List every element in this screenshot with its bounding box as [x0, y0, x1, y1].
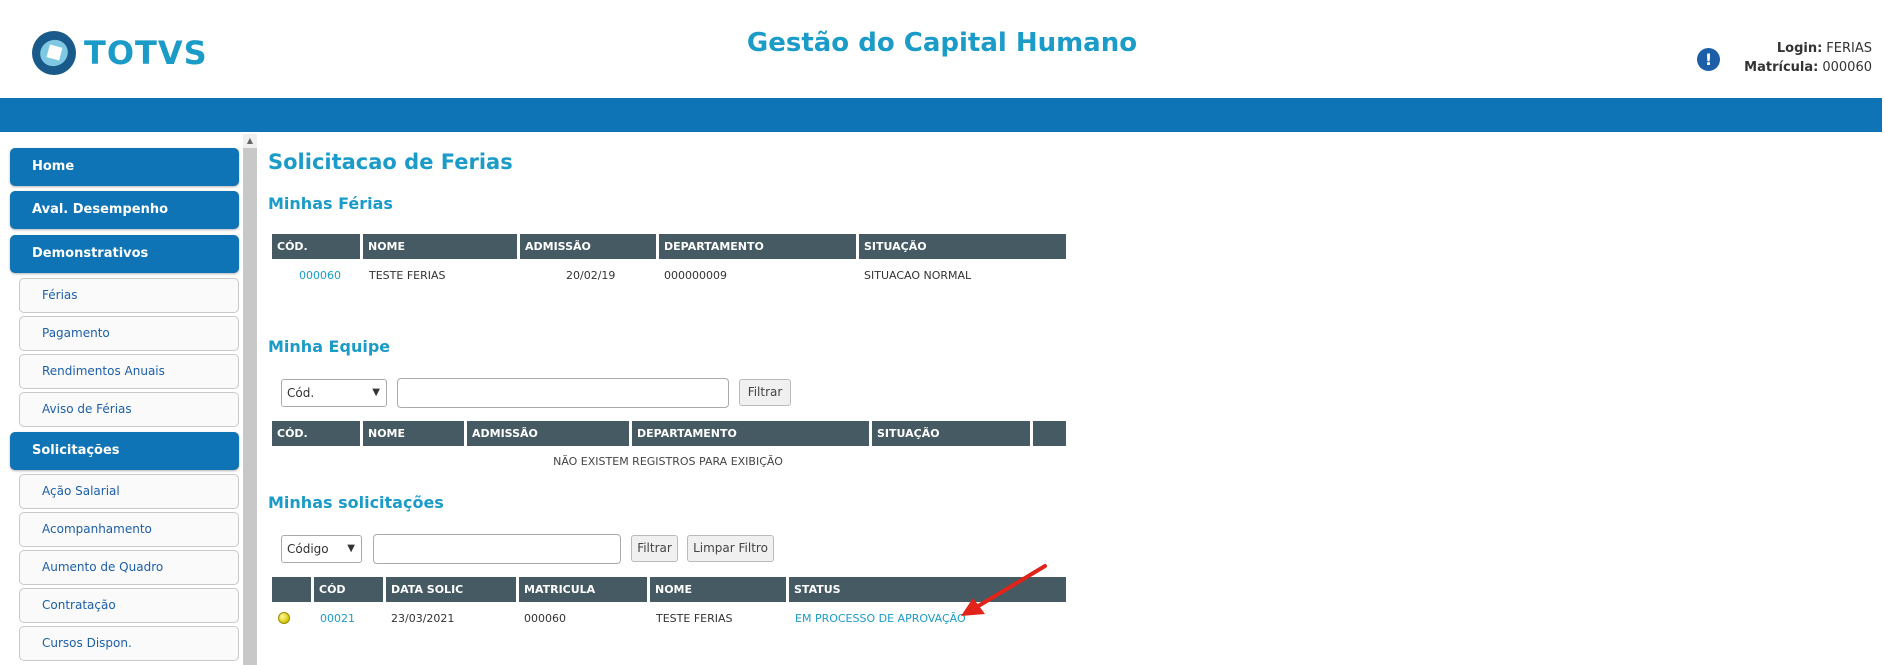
top-nav-bar: [0, 98, 1882, 132]
user-info: Login: FERIAS Matrícula: 000060: [1744, 39, 1872, 77]
column-header: MATRICULA: [519, 577, 650, 602]
sidebar-item-aviso-de-ferias[interactable]: Aviso de Férias: [19, 392, 239, 427]
sidebar-item-cursos-dispon[interactable]: Cursos Dispon.: [19, 626, 239, 661]
sidebar-item-demonstrativos[interactable]: Demonstrativos: [10, 235, 239, 273]
sidebar-scrollbar[interactable]: [243, 134, 257, 665]
column-header: NOME: [363, 234, 520, 259]
equipe-filter-select[interactable]: Cód. ▼: [281, 379, 387, 407]
ferias-nome: TESTE FERIAS: [369, 269, 446, 282]
empty-message: NÃO EXISTEM REGISTROS PARA EXIBIÇÃO: [553, 455, 783, 468]
equipe-filter-button[interactable]: Filtrar: [739, 379, 791, 406]
sidebar-item-pagamento[interactable]: Pagamento: [19, 316, 239, 351]
red-arrow-icon: [961, 564, 1047, 616]
app-root: TOTVS Gestão do Capital Humano ! Login: F…: [0, 0, 1884, 665]
sidebar-item-contratacao[interactable]: Contratação: [19, 588, 239, 623]
solicitacao-data: 23/03/2021: [391, 612, 455, 625]
solicitacao-matricula: 000060: [524, 612, 566, 625]
solicitacoes-filter-button[interactable]: Filtrar: [631, 535, 678, 562]
sidebar-item-acompanhamento[interactable]: Acompanhamento: [19, 512, 239, 547]
ferias-table-header: CÓD. NOME ADMISSÃO DEPARTAMENTO SITUAÇÃO: [272, 234, 1066, 259]
login-label: Login:: [1776, 41, 1823, 56]
column-header: DEPARTAMENTO: [632, 421, 872, 446]
column-header: [1033, 421, 1066, 446]
sidebar-item-ferias[interactable]: Férias: [19, 278, 239, 313]
solicitacoes-table-header: CÓD DATA SOLIC MATRICULA NOME STATUS: [272, 577, 1066, 602]
clear-filter-button[interactable]: Limpar Filtro: [687, 535, 774, 562]
column-header: CÓD: [314, 577, 386, 602]
sidebar-item-home[interactable]: Home: [10, 148, 239, 186]
ferias-cod-link[interactable]: 000060: [299, 269, 341, 282]
column-header: NOME: [363, 421, 467, 446]
ferias-situacao: SITUACAO NORMAL: [864, 269, 972, 282]
ferias-admissao: 20/02/19: [566, 269, 616, 282]
sidebar-item-acao-salarial[interactable]: Ação Salarial: [19, 474, 239, 509]
column-header: DATA SOLIC: [386, 577, 519, 602]
sidebar-item-aumento-de-quadro[interactable]: Aumento de Quadro: [19, 550, 239, 585]
solicitacoes-filter-select-value: Código: [287, 542, 329, 556]
scroll-up-arrow-icon[interactable]: ▲: [243, 134, 257, 148]
sidebar-item-solicitacoes[interactable]: Solicitações: [10, 432, 239, 470]
sidebar-item-rendimentos-anuais[interactable]: Rendimentos Anuais: [19, 354, 239, 389]
exclamation-icon[interactable]: !: [1697, 48, 1720, 71]
login-value: FERIAS: [1826, 41, 1872, 56]
solicitacoes-filter-input[interactable]: [373, 534, 621, 564]
column-header: SITUAÇÃO: [864, 240, 927, 253]
solicitacoes-filter-select[interactable]: Código ▼: [281, 535, 362, 563]
section-title-minha-equipe: Minha Equipe: [268, 337, 391, 356]
header: TOTVS Gestão do Capital Humano ! Login: F…: [0, 0, 1884, 98]
equipe-table-header: CÓD. NOME ADMISSÃO DEPARTAMENTO SITUAÇÃO: [272, 421, 1066, 446]
matricula-label: Matrícula:: [1744, 60, 1819, 75]
page-title: Solicitacao de Ferias: [268, 150, 513, 174]
equipe-filter-input[interactable]: [397, 378, 729, 408]
column-header: CÓD.: [272, 234, 363, 259]
column-header: SITUAÇÃO: [872, 421, 1033, 446]
sidebar-item-aval-desempenho[interactable]: Aval. Desempenho: [10, 191, 239, 229]
solicitacao-nome: TESTE FERIAS: [656, 612, 733, 625]
column-header: ADMISSÃO: [520, 234, 659, 259]
column-header: ADMISSÃO: [467, 421, 632, 446]
app-title: Gestão do Capital Humano: [746, 28, 1138, 58]
section-title-minhas-solicitacoes: Minhas solicitações: [268, 493, 444, 512]
chevron-down-icon: ▼: [347, 543, 355, 554]
column-header: NOME: [650, 577, 789, 602]
solicitacao-cod-link[interactable]: 00021: [320, 612, 355, 625]
section-title-minhas-ferias: Minhas Férias: [268, 194, 393, 213]
column-header: [272, 577, 314, 602]
equipe-filter-select-value: Cód.: [287, 386, 315, 400]
status-yellow-dot-icon: [278, 612, 290, 624]
column-header: DEPARTAMENTO: [659, 234, 859, 259]
ferias-departamento: 000000009: [664, 269, 727, 282]
column-header: CÓD.: [272, 421, 363, 446]
matricula-value: 000060: [1822, 60, 1872, 75]
chevron-down-icon: ▼: [372, 387, 380, 398]
solicitacao-status-link[interactable]: EM PROCESSO DE APROVAÇÃO: [795, 612, 966, 625]
